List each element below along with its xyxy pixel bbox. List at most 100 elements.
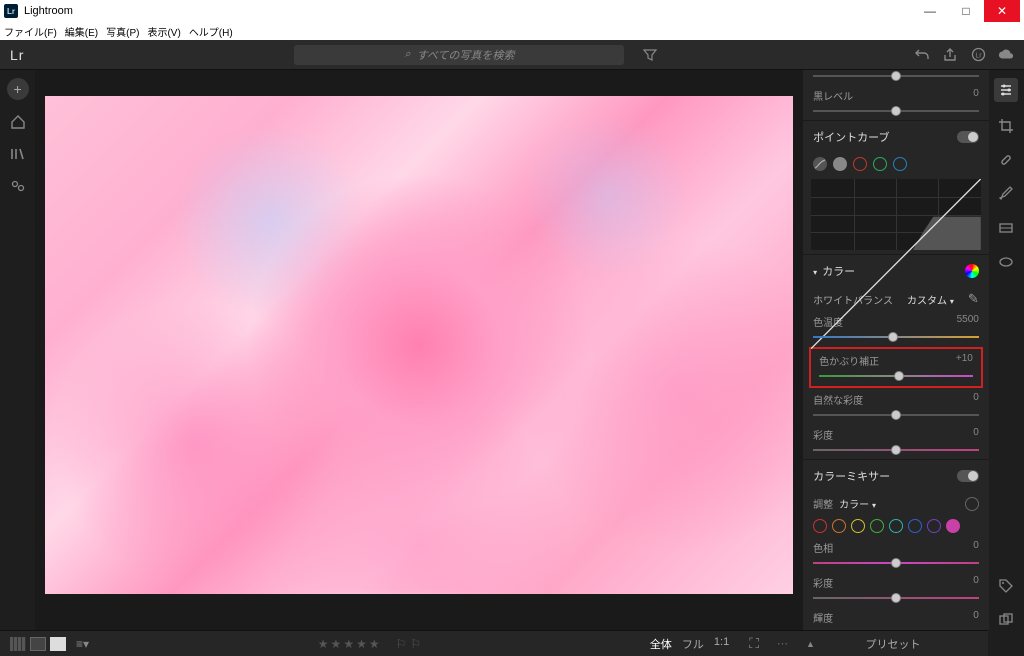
mixer-orange[interactable]	[832, 519, 846, 533]
black-label: 黒レベル	[813, 88, 853, 103]
star-icon[interactable]: ★	[343, 637, 354, 651]
mixer-purple[interactable]	[927, 519, 941, 533]
share-panel-icon[interactable]	[8, 176, 28, 196]
sat2-label: 彩度	[813, 575, 833, 590]
brush-icon[interactable]	[996, 184, 1016, 204]
maximize-button[interactable]: □	[948, 0, 984, 22]
edit-panel: 黒レベル0 ポイントカーブ ▾カラー	[803, 70, 989, 630]
tint-slider[interactable]	[819, 370, 973, 382]
bottom-bar: ≡▾ ★★★★★ ⚐ ⚐ 全体 フル 1:1 ⛶ ⋯	[0, 630, 798, 656]
presets-button[interactable]: ▲ プリセット	[798, 630, 988, 656]
menu-photo[interactable]: 写真(P)	[106, 24, 139, 39]
menubar: ファイル(F) 編集(E) 写真(P) 表示(V) ヘルプ(H)	[0, 22, 1024, 40]
close-button[interactable]: ✕	[984, 0, 1020, 22]
menu-help[interactable]: ヘルプ(H)	[189, 24, 233, 39]
pointcurve-header[interactable]: ポイントカーブ	[803, 120, 989, 153]
star-icon[interactable]: ★	[331, 637, 342, 651]
radial-gradient-icon[interactable]	[996, 252, 1016, 272]
home-icon[interactable]	[8, 112, 28, 132]
black-slider[interactable]	[813, 105, 979, 117]
linear-gradient-icon[interactable]	[996, 218, 1016, 238]
undo-icon[interactable]	[914, 47, 930, 63]
flag-reject-icon[interactable]: ⚐	[410, 637, 421, 651]
titlebar: Lr Lightroom — □ ✕	[0, 0, 1024, 22]
star-icon[interactable]: ★	[356, 637, 367, 651]
saturation-label: 彩度	[813, 427, 833, 442]
sat2-value: 0	[973, 575, 979, 590]
left-rail: +	[0, 70, 35, 630]
share-icon[interactable]	[942, 47, 958, 63]
pointcurve-toggle[interactable]	[957, 131, 979, 143]
hue-slider[interactable]	[813, 557, 979, 569]
adjust-label: 調整	[813, 496, 833, 511]
curve-param-icon[interactable]	[813, 157, 827, 171]
adjust-dropdown[interactable]: カラー ▾	[839, 496, 876, 511]
tag-icon[interactable]	[996, 576, 1016, 596]
vibrance-label: 自然な彩度	[813, 392, 863, 407]
crop-icon[interactable]	[996, 116, 1016, 136]
colormixer-toggle[interactable]	[957, 470, 979, 482]
sat2-slider[interactable]	[813, 592, 979, 604]
mixer-magenta[interactable]	[946, 519, 960, 533]
photo-canvas[interactable]	[45, 96, 793, 594]
mylr-icon[interactable]: Lr	[970, 47, 986, 63]
minimize-button[interactable]: —	[912, 0, 948, 22]
curve-red[interactable]	[853, 157, 867, 171]
colormixer-header[interactable]: カラーミキサー	[803, 459, 989, 492]
temp-slider[interactable]	[813, 331, 979, 343]
tint-label: 色かぶり補正	[819, 353, 879, 368]
saturation-slider[interactable]	[813, 444, 979, 456]
detail-view-button[interactable]	[50, 637, 66, 651]
filter-icon[interactable]	[642, 47, 658, 63]
mixer-blue[interactable]	[908, 519, 922, 533]
black-value: 0	[973, 88, 979, 103]
curve-blue[interactable]	[893, 157, 907, 171]
curve-green[interactable]	[873, 157, 887, 171]
search-input[interactable]: ⌕ すべての写真を検索	[294, 45, 624, 65]
lum-label: 輝度	[813, 610, 833, 625]
search-placeholder: すべての写真を検索	[417, 47, 515, 63]
tint-highlight: 色かぶり補正 +10	[809, 347, 983, 388]
mixer-yellow[interactable]	[851, 519, 865, 533]
lr-logo: Lr	[10, 47, 24, 63]
vibrance-value: 0	[973, 392, 979, 407]
mixer-color-swatches	[803, 515, 989, 537]
right-rail	[989, 70, 1024, 630]
hue-value: 0	[973, 540, 979, 555]
zoom-fill[interactable]: フル	[682, 636, 704, 652]
cloud-icon[interactable]	[998, 47, 1014, 63]
menu-edit[interactable]: 編集(E)	[65, 24, 98, 39]
rating-stars[interactable]: ★★★★★	[318, 637, 380, 651]
menu-view[interactable]: 表示(V)	[147, 24, 180, 39]
zoom-11[interactable]: 1:1	[714, 636, 729, 652]
canvas-area	[35, 70, 803, 630]
vibrance-slider[interactable]	[813, 409, 979, 421]
hue-label: 色相	[813, 540, 833, 555]
grid-view-button[interactable]	[10, 637, 26, 651]
curve-luma[interactable]	[833, 157, 847, 171]
star-icon[interactable]: ★	[318, 637, 329, 651]
library-icon[interactable]	[8, 144, 28, 164]
tone-curve[interactable]	[811, 179, 981, 250]
target-adjust-icon[interactable]	[965, 497, 979, 511]
mixer-aqua[interactable]	[889, 519, 903, 533]
zoom-fit[interactable]: 全体	[650, 636, 672, 652]
saturation-value: 0	[973, 427, 979, 442]
tint-value: +10	[956, 353, 973, 368]
mixer-green[interactable]	[870, 519, 884, 533]
edit-sliders-icon[interactable]	[994, 78, 1018, 102]
star-icon[interactable]: ★	[369, 637, 380, 651]
mixer-red[interactable]	[813, 519, 827, 533]
heal-icon[interactable]	[996, 150, 1016, 170]
search-icon: ⌕	[404, 48, 410, 61]
fullscreen-icon[interactable]: ⛶	[749, 635, 759, 652]
whites-slider[interactable]	[813, 70, 979, 82]
chevron-up-icon: ▲	[806, 639, 815, 649]
app-icon: Lr	[4, 4, 18, 18]
add-photo-button[interactable]: +	[7, 78, 29, 100]
menu-file[interactable]: ファイル(F)	[4, 24, 57, 39]
compare-view-button[interactable]	[30, 637, 46, 651]
sort-button[interactable]: ≡▾	[76, 637, 89, 651]
flag-pick-icon[interactable]: ⚐	[396, 637, 407, 651]
versions-icon[interactable]	[996, 610, 1016, 630]
